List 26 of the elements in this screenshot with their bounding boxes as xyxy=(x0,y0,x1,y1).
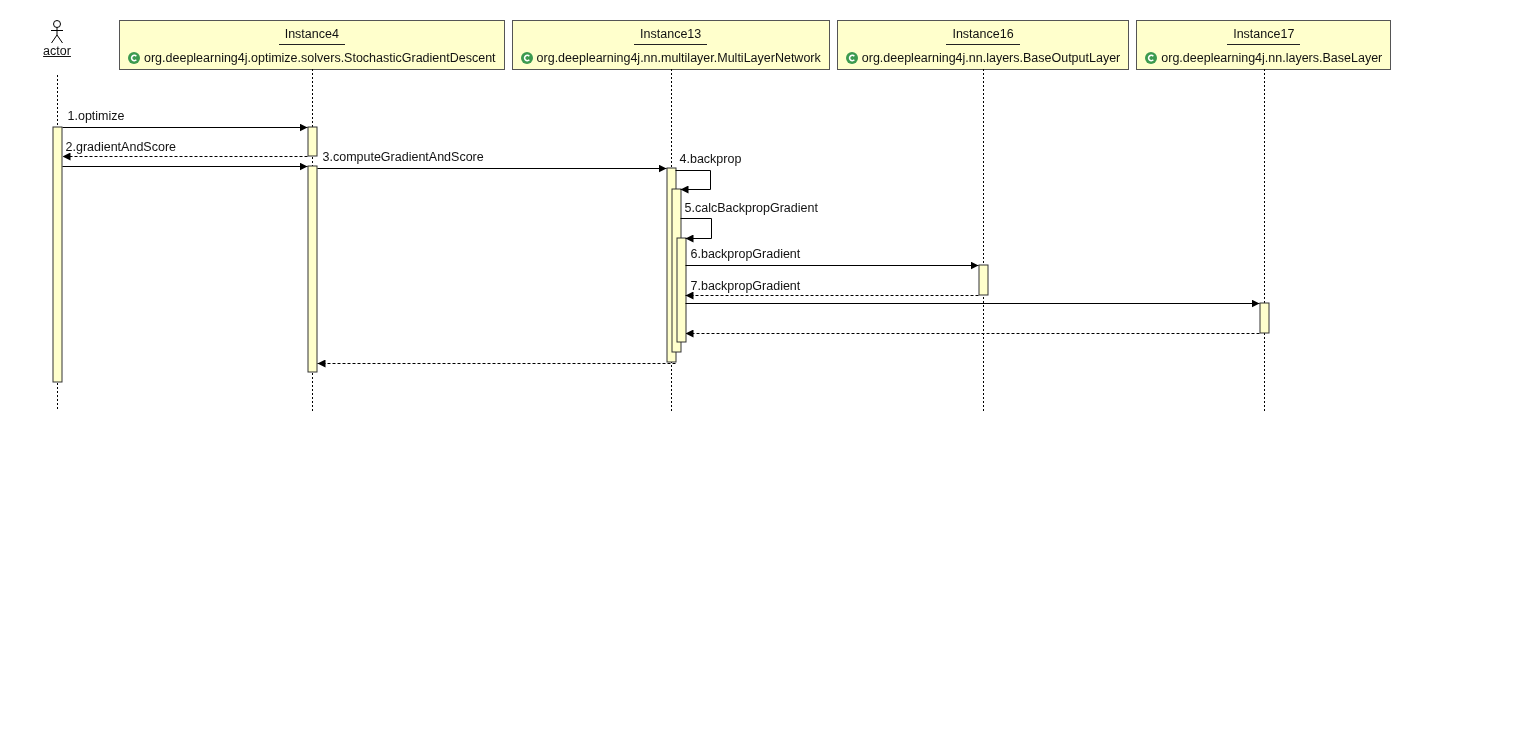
class-icon xyxy=(845,52,858,64)
instance-name: Instance17 xyxy=(1227,27,1301,45)
self-message-arrow xyxy=(675,170,711,194)
class-name: org.deeplearning4j.nn.layers.BaseLayer xyxy=(1161,50,1383,66)
message-label: 5.calcBackpropGradient xyxy=(684,201,818,215)
class-name: org.deeplearning4j.optimize.solvers.StochasticGradientDescent xyxy=(144,50,496,66)
message-label: 2.gradientAndScore xyxy=(65,140,176,154)
message-label: 4.backprop xyxy=(679,152,742,166)
class-icon xyxy=(520,52,533,64)
class-name: org.deeplearning4j.nn.layers.BaseOutputLayer xyxy=(861,50,1121,66)
message-label: 1.optimize xyxy=(67,109,125,123)
message-label: 7.backpropGradient xyxy=(690,279,801,293)
message-label: 3.computeGradientAndScore xyxy=(322,150,484,164)
class-icon xyxy=(128,52,140,64)
self-message-arrow xyxy=(680,218,712,243)
activation-bar xyxy=(978,264,989,296)
class-icon xyxy=(1145,52,1158,64)
instance-name: Instance16 xyxy=(946,27,1020,45)
activation-bar xyxy=(307,126,318,157)
actor-name: actor xyxy=(43,44,71,58)
instance-name: Instance4 xyxy=(278,27,345,45)
message-label: 6.backpropGradient xyxy=(690,247,801,261)
stick-figure-icon xyxy=(50,20,64,44)
activation-bar xyxy=(1259,302,1270,334)
instance-name: Instance13 xyxy=(634,27,708,45)
class-name: org.deeplearning4j.nn.multilayer.MultiLayerNetwork xyxy=(536,50,821,66)
